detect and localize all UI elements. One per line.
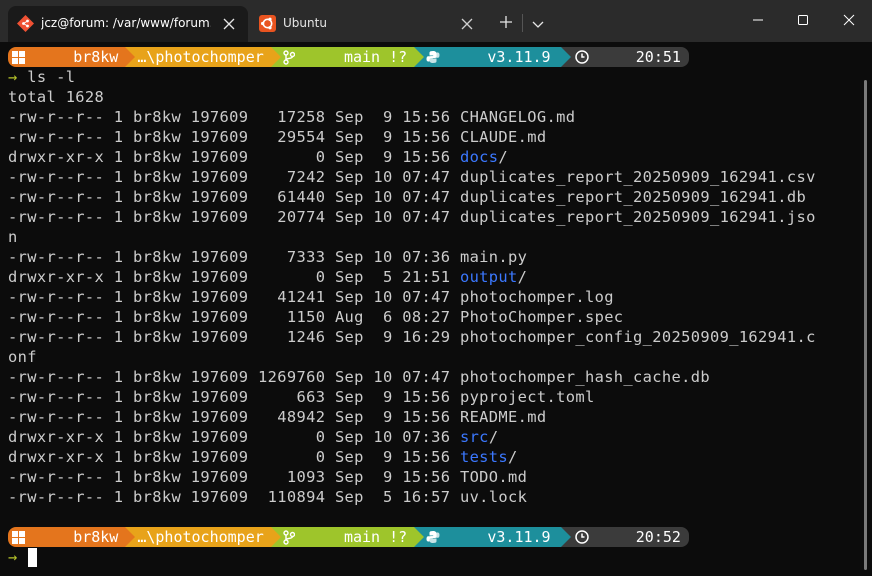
file-name: TODO.md [459, 468, 528, 486]
git-branch-icon [283, 10, 337, 105]
prompt-git-segment: main !? [270, 47, 425, 67]
prompt-user: br8kw [73, 528, 119, 546]
file-name: PhotoChomper.spec [459, 308, 624, 326]
file-name: main.py [459, 248, 528, 266]
tab-title: jcz@forum: /var/www/forum. [41, 16, 211, 30]
listing-row-wrap: n [8, 228, 18, 246]
close-icon [843, 14, 855, 26]
file-name: duplicates_report_20250909_162941.jso [459, 208, 816, 226]
prompt-user-segment: br8kw [8, 47, 136, 67]
file-name: pyproject.toml [459, 388, 595, 406]
prompt-python-segment: v3.11.9 [414, 47, 571, 67]
prompt-path: …\photochomper [137, 528, 264, 546]
listing-total: total 1628 [8, 88, 105, 106]
clock-icon [574, 10, 629, 104]
prompt-path-segment: …\photochomper [125, 47, 281, 67]
prompt-time: 20:52 [635, 528, 681, 546]
prompt-path-segment: …\photochomper [125, 527, 281, 547]
scrollbar[interactable] [864, 80, 867, 570]
git-branch-icon [283, 490, 337, 576]
prompt-python-version: v3.11.9 [487, 48, 551, 66]
listing-row: -rw-r--r-- 1 br8kw 197609 7242 Sep 10 07… [8, 168, 816, 186]
directory-name: docs [459, 148, 499, 166]
listing-row: -rw-r--r-- 1 br8kw 197609 1269760 Sep 10… [8, 368, 710, 386]
prompt-line: br8kw …\photochomper main !? v3.11.9 20:… [8, 527, 689, 547]
prompt-chevron: → [8, 68, 18, 86]
chevron-down-icon[interactable] [531, 16, 545, 28]
minimize-icon [753, 19, 763, 21]
close-window-button[interactable] [826, 0, 872, 40]
command-line: → ls -l [8, 67, 75, 87]
listing-row: -rw-r--r-- 1 br8kw 197609 7333 Sep 10 07… [8, 248, 528, 266]
python-icon [426, 10, 480, 104]
file-name: duplicates_report_20250909_162941.csv [459, 168, 816, 186]
listing-row: -rw-r--r-- 1 br8kw 197609 1150 Aug 6 08:… [8, 308, 624, 326]
prompt-python-segment: v3.11.9 [414, 527, 571, 547]
clock-icon [574, 490, 629, 576]
tab-separator [522, 14, 523, 32]
listing-row: -rw-r--r-- 1 br8kw 197609 1093 Sep 9 15:… [8, 468, 528, 486]
listing-row: -rw-r--r-- 1 br8kw 197609 20774 Sep 10 0… [8, 208, 816, 226]
prompt-user-segment: br8kw [8, 527, 136, 547]
file-name: CHANGELOG.md [459, 108, 576, 126]
python-icon [426, 490, 480, 576]
listing-row: -rw-r--r-- 1 br8kw 197609 41241 Sep 10 0… [8, 288, 614, 306]
maximize-icon [798, 15, 808, 25]
listing-row: drwxr-xr-x 1 br8kw 197609 0 Sep 10 07:36… [8, 428, 499, 446]
file-name: photochomper.log [459, 288, 614, 306]
input-line[interactable]: → [8, 547, 18, 567]
listing-row-wrap: onf [8, 348, 37, 366]
listing-row: -rw-r--r-- 1 br8kw 197609 29554 Sep 9 15… [8, 128, 547, 146]
directory-name: tests [459, 448, 509, 466]
maximize-button[interactable] [780, 0, 826, 40]
listing-row: -rw-r--r-- 1 br8kw 197609 1246 Sep 9 16:… [8, 328, 816, 346]
ubuntu-icon [259, 15, 276, 32]
directory-name: output [459, 268, 518, 286]
file-name: photochomper_config_20250909_162941.c [459, 328, 816, 346]
prompt-time-segment: 20:52 [560, 527, 689, 547]
listing-row: -rw-r--r-- 1 br8kw 197609 61440 Sep 10 0… [8, 188, 807, 206]
minimize-button[interactable] [735, 0, 781, 40]
listing-row: -rw-r--r-- 1 br8kw 197609 48942 Sep 9 15… [8, 408, 547, 426]
listing-row: drwxr-xr-x 1 br8kw 197609 0 Sep 9 15:56 … [8, 448, 518, 466]
file-name: README.md [459, 408, 547, 426]
prompt-branch: main !? [343, 48, 408, 66]
prompt-path: …\photochomper [137, 48, 264, 66]
new-tab-icon[interactable] [498, 14, 514, 30]
command-text: ls -l [27, 68, 76, 86]
prompt-line: br8kw …\photochomper main !? v3.11.9 20:… [8, 47, 689, 67]
listing-row: drwxr-xr-x 1 br8kw 197609 0 Sep 9 15:56 … [8, 148, 509, 166]
file-name: CLAUDE.md [459, 128, 547, 146]
prompt-branch: main !? [343, 528, 408, 546]
file-name: duplicates_report_20250909_162941.db [459, 188, 807, 206]
prompt-python-version: v3.11.9 [487, 528, 551, 546]
listing-row: -rw-r--r-- 1 br8kw 197609 17258 Sep 9 15… [8, 108, 576, 126]
text-cursor [28, 548, 37, 567]
prompt-time-segment: 20:51 [560, 47, 689, 67]
listing-row: drwxr-xr-x 1 br8kw 197609 0 Sep 5 21:51 … [8, 268, 528, 286]
prompt-chevron: → [8, 548, 18, 566]
directory-name: src [459, 428, 489, 446]
prompt-time: 20:51 [635, 48, 681, 66]
windows-icon [12, 491, 66, 576]
file-name: photochomper_hash_cache.db [459, 368, 710, 386]
prompt-git-segment: main !? [270, 527, 425, 547]
listing-row: -rw-r--r-- 1 br8kw 197609 663 Sep 9 15:5… [8, 388, 595, 406]
prompt-user: br8kw [73, 48, 119, 66]
close-tab-icon[interactable] [222, 17, 236, 31]
